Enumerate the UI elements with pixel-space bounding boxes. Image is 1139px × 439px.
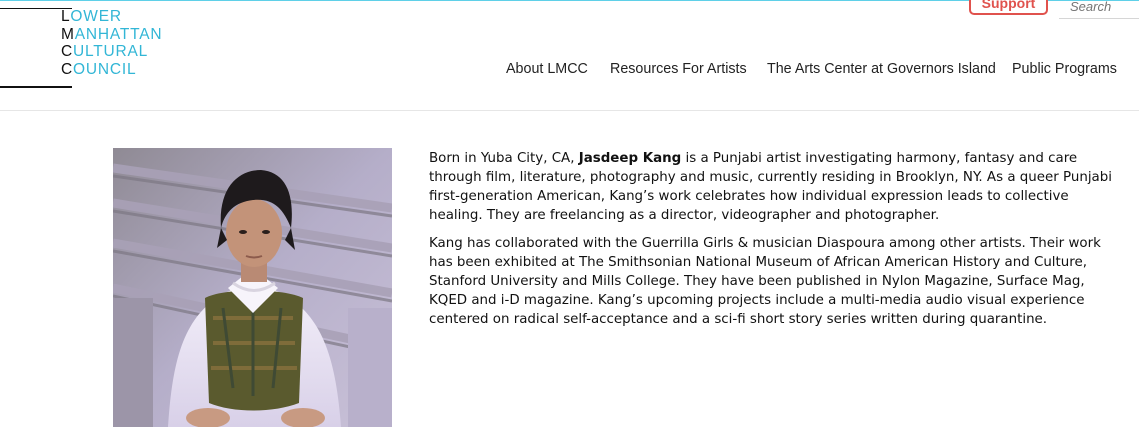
bio-paragraph-2: Kang has collaborated with the Guerrilla…: [429, 236, 1101, 327]
artist-name: Jasdeep Kang: [578, 151, 682, 166]
nav-item-arts-center-governors-island[interactable]: The Arts Center at Governors Island: [767, 61, 996, 77]
bio-paragraph-1: Born in Yuba City, CA, Jasdeep Kang is a…: [429, 151, 1112, 223]
nav-item-resources-for-artists[interactable]: Resources For Artists: [610, 61, 747, 77]
logo-line-cultural: CULTURAL: [61, 43, 149, 60]
search-input[interactable]: [1059, 0, 1139, 18]
search-box[interactable]: [1059, 0, 1139, 19]
support-button[interactable]: Support: [969, 0, 1048, 15]
artist-portrait-photo: [113, 148, 392, 427]
nav-item-about-lmcc[interactable]: About LMCC: [506, 61, 588, 77]
nav-item-public-programs[interactable]: Public Programs: [1012, 61, 1117, 77]
artist-bio: Born in Yuba City, CA, Jasdeep Kang is a…: [429, 149, 1119, 338]
page: LOWER MANHATTAN CULTURAL COUNCIL Support…: [0, 0, 1139, 439]
header-divider: [0, 110, 1139, 111]
logo-line-manhattan: MANHATTAN: [61, 25, 163, 43]
logo-line-lower: LOWER: [61, 8, 122, 25]
logo-bottom-rule: [0, 86, 72, 88]
main-nav: About LMCC Resources For Artists The Art…: [0, 61, 1139, 81]
